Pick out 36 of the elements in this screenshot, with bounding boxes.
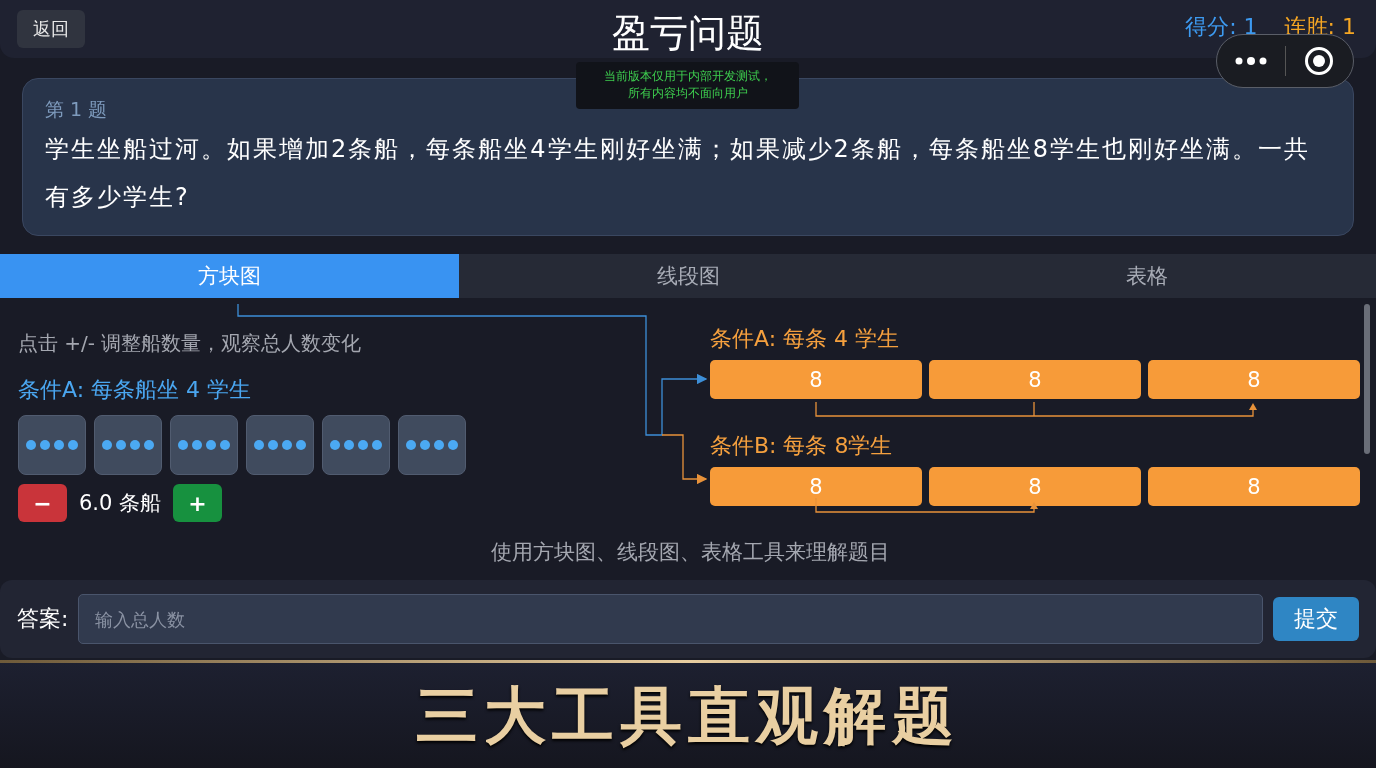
page-title: 盈亏问题 bbox=[612, 10, 764, 57]
footer-hint: 使用方块图、线段图、表格工具来理解题目 bbox=[489, 539, 891, 566]
segment-bar: 8 bbox=[1148, 467, 1360, 506]
boat-count: 6.0 条船 bbox=[79, 490, 162, 517]
question-number: 第 1 题 bbox=[45, 97, 109, 122]
minus-button[interactable]: − bbox=[18, 484, 67, 522]
score-text: 得分: 1 bbox=[1185, 13, 1258, 41]
boat-block bbox=[170, 415, 238, 475]
tab[interactable]: 方块图 bbox=[0, 254, 459, 298]
boat-block bbox=[246, 415, 314, 475]
question-text: 学生坐船过河。如果增加2条船，每条船坐4学生刚好坐满；如果减少2条船，每条船坐8学生也刚好坐满。一共有多少学生? bbox=[45, 134, 1312, 213]
boat-block bbox=[398, 415, 466, 475]
dev-notice: 当前版本仅用于内部开发测试， 所有内容均不面向用户 bbox=[576, 62, 799, 109]
segment-bar: 8 bbox=[929, 360, 1141, 399]
condition-label: 条件B: 每条 8学生 bbox=[710, 432, 894, 460]
answer-label: 答案: bbox=[17, 605, 69, 633]
scrollbar[interactable] bbox=[1364, 304, 1370, 454]
plus-button[interactable]: + bbox=[173, 484, 223, 522]
condition-label: 条件A: 每条 4 学生 bbox=[710, 325, 901, 353]
answer-field[interactable]: 输入总人数 bbox=[78, 594, 1263, 644]
boat-block bbox=[322, 415, 390, 475]
segment-bar: 8 bbox=[929, 467, 1141, 506]
segment-bar: 8 bbox=[1148, 360, 1360, 399]
banner-title: 三大工具直观解题 bbox=[416, 677, 960, 754]
segment-bar: 8 bbox=[710, 467, 922, 506]
close-icon[interactable] bbox=[1304, 46, 1335, 76]
condition-label: 条件A: 每条船坐 4 学生 bbox=[18, 376, 253, 404]
hint-text: 点击 +/- 调整船数量，观察总人数变化 bbox=[18, 330, 363, 357]
boat-block bbox=[94, 415, 162, 475]
boat-block bbox=[18, 415, 86, 475]
segment-bar: 8 bbox=[710, 360, 922, 399]
more-icon[interactable] bbox=[1234, 57, 1267, 65]
back-button[interactable]: 返回 bbox=[17, 10, 85, 48]
tab[interactable]: 线段图 bbox=[458, 254, 918, 298]
submit-button[interactable]: 提交 bbox=[1273, 597, 1359, 641]
tab[interactable]: 表格 bbox=[917, 254, 1376, 298]
